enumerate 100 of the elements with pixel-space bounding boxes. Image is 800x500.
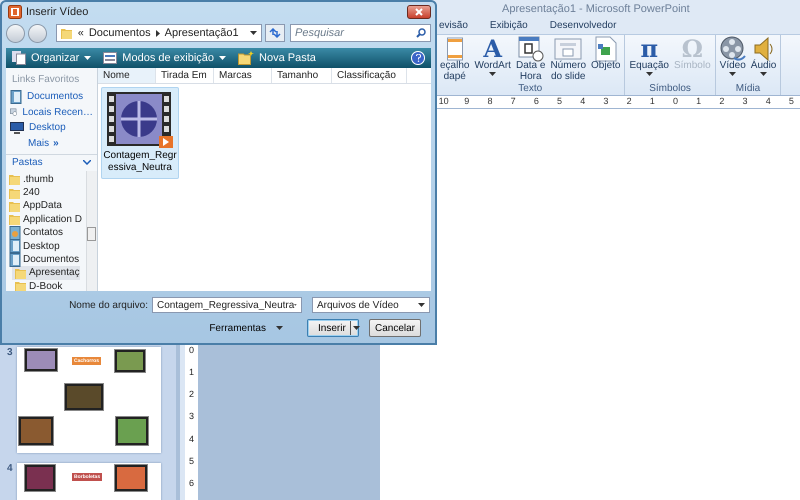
folder-tree-item[interactable]: AppData <box>6 199 62 213</box>
scrollbar[interactable] <box>86 170 97 291</box>
ribbon-button[interactable]: A WordArt <box>473 35 512 83</box>
toolbar-button[interactable]: Nova Pasta <box>238 51 316 65</box>
ruler-number: 9 <box>463 96 470 108</box>
photo-placeholder <box>115 350 145 372</box>
folder-icon <box>15 280 27 291</box>
close-icon <box>415 8 423 16</box>
caret-icon <box>84 56 92 60</box>
contacts-icon <box>9 226 21 240</box>
help-icon <box>416 54 420 62</box>
views-icon <box>103 52 118 64</box>
file-type-dropdown[interactable]: Arquivos de Vídeo <box>312 297 430 313</box>
ruler-number: 3 <box>188 411 194 424</box>
ruler-number: 5 <box>556 96 564 108</box>
chevron-icon[interactable] <box>83 160 91 165</box>
slide-number: 3 <box>7 347 11 360</box>
page-icon <box>446 36 463 60</box>
folder-tree-item[interactable]: D-Book <box>12 280 62 291</box>
ribbon-button[interactable]: Áudio <box>750 35 778 83</box>
ruler-number: 4 <box>764 96 772 108</box>
ribbon-tab[interactable]: Exibição <box>490 20 528 31</box>
insert-button[interactable]: Inserir <box>307 319 359 337</box>
caret-icon <box>489 72 496 76</box>
dialog-title: Inserir Vídeo <box>26 6 90 18</box>
filename-field[interactable]: Contagem_Regressiva_Neutra <box>152 297 302 313</box>
ruler-number: 1 <box>648 96 656 108</box>
symbol-icon: π <box>640 36 658 60</box>
forward-button[interactable] <box>28 24 47 42</box>
chevron-icon <box>156 30 160 36</box>
caret-icon <box>729 72 736 76</box>
folder-icon <box>15 266 27 279</box>
column-header[interactable]: Marcas <box>214 68 272 83</box>
ribbon-button[interactable]: Objeto <box>590 35 622 83</box>
ruler-number: 1 <box>188 367 194 380</box>
ribbon-button[interactable]: π Equação <box>628 35 670 83</box>
object-icon <box>594 36 617 62</box>
address-bar[interactable]: « Documentos Apresentação1 <box>56 24 262 42</box>
ruler-number: 7 <box>510 96 517 108</box>
ruler-number: 1 <box>695 96 702 108</box>
refresh-icon <box>269 28 282 38</box>
file-item[interactable]: Contagem_Regressiva_Neutra <box>101 87 179 179</box>
ruler-number: 2 <box>718 96 726 108</box>
help-button[interactable] <box>411 51 425 65</box>
photo-placeholder <box>25 349 57 371</box>
caret-icon <box>219 56 226 60</box>
section-header: Links Favoritos <box>11 73 80 87</box>
folder-tree-item[interactable]: .thumb <box>6 172 54 186</box>
folder-icon <box>9 186 21 199</box>
photo-placeholder <box>19 417 53 445</box>
caret-icon <box>352 326 360 330</box>
column-header[interactable]: Tirada Em <box>156 68 214 83</box>
caret-icon <box>760 72 768 76</box>
photo-placeholder <box>115 465 147 491</box>
column-header[interactable]: Tamanho <box>272 68 332 83</box>
ruler-number: 2 <box>626 96 633 108</box>
section-header: Pastas <box>12 157 43 168</box>
column-header[interactable]: Classificação <box>332 68 407 83</box>
ribbon-button[interactable]: Data e Hora <box>514 35 546 83</box>
ruler-number: 5 <box>188 456 194 468</box>
ribbon-button[interactable]: eçalho dapé <box>439 35 470 83</box>
toolbar-button[interactable]: Modos de exibição <box>103 52 226 64</box>
field-label: Nome do arquivo: <box>68 300 148 310</box>
favorite-link[interactable]: Documentos <box>6 89 97 104</box>
symbol-icon: A <box>483 36 502 60</box>
ruler-number: 4 <box>579 96 586 108</box>
dropdown-icon <box>418 303 425 307</box>
folder-icon <box>9 173 21 186</box>
folder-tree-item[interactable]: Application D <box>6 212 82 226</box>
search-icon <box>416 28 426 38</box>
ribbon-tab[interactable]: evisão <box>439 20 468 31</box>
favorite-link[interactable]: Locais Recen… <box>6 104 97 120</box>
ruler-number: 2 <box>188 389 194 402</box>
new-folder-icon <box>238 51 254 65</box>
back-button[interactable] <box>6 24 25 42</box>
ribbon-button[interactable]: Vídeo <box>718 35 747 83</box>
refresh-button[interactable] <box>265 24 285 42</box>
documents-icon <box>12 51 26 65</box>
more-link[interactable]: Mais » <box>6 136 59 150</box>
video-file-icon <box>107 92 173 148</box>
close-button[interactable] <box>407 5 431 19</box>
photo-placeholder <box>25 465 55 491</box>
favorite-link[interactable]: Desktop <box>6 120 97 136</box>
ruler-number: 5 <box>788 96 795 108</box>
search-field[interactable]: Pesquisar <box>290 24 431 42</box>
folder-tree-item[interactable]: 240 <box>6 186 40 200</box>
documents-icon <box>9 239 21 254</box>
tools-menu[interactable]: Ferramentas <box>203 322 289 334</box>
folder-tree-item[interactable]: Desktop <box>6 239 60 253</box>
ribbon-tab[interactable]: Desenvolvedor <box>550 20 616 31</box>
caret-icon <box>276 326 283 330</box>
ribbon-button[interactable]: Número do slide <box>549 35 588 83</box>
column-header[interactable]: Nome <box>98 68 156 83</box>
toolbar-button[interactable]: Organizar <box>12 51 92 65</box>
ruler-number: 3 <box>602 96 610 108</box>
folder-tree-item[interactable]: Contatos <box>6 226 64 240</box>
cancel-button[interactable]: Cancelar <box>369 319 421 337</box>
ruler-number: 6 <box>532 96 540 108</box>
ruler-number: 6 <box>188 478 194 490</box>
folder-tree-item[interactable]: Apresentaç <box>12 266 80 280</box>
